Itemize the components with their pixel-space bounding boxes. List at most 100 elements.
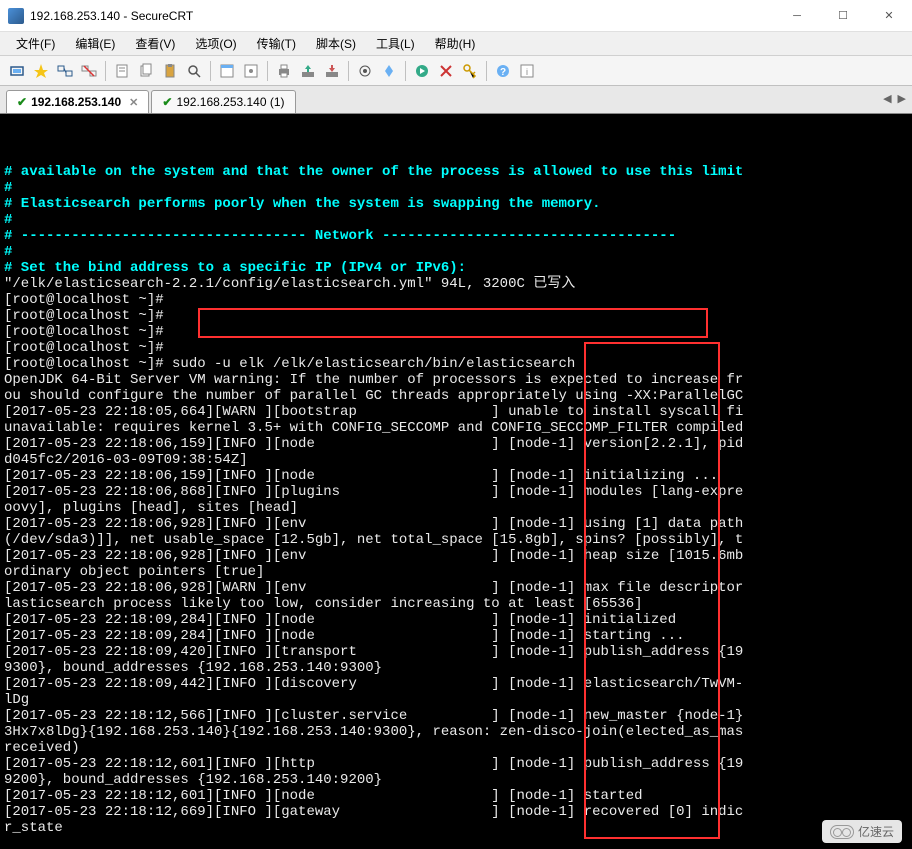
menu-edit[interactable]: 编辑(E) bbox=[67, 33, 123, 54]
transfer-send-icon[interactable] bbox=[297, 60, 319, 82]
script-run-icon[interactable] bbox=[411, 60, 433, 82]
tab-label: 192.168.253.140 bbox=[31, 95, 121, 109]
menu-script[interactable]: 脚本(S) bbox=[308, 33, 364, 54]
terminal-line: [2017-05-23 22:18:06,928][WARN ][env ] [… bbox=[4, 580, 908, 596]
terminal-line: [2017-05-23 22:18:06,928][INFO ][env ] [… bbox=[4, 516, 908, 532]
paste-icon[interactable] bbox=[159, 60, 181, 82]
terminal-line: [2017-05-23 22:18:06,868][INFO ][plugins… bbox=[4, 484, 908, 500]
minimize-button[interactable]: ─ bbox=[774, 0, 820, 32]
profile-icon[interactable] bbox=[111, 60, 133, 82]
tab-bar: ✔ 192.168.253.140 ✕ ✔ 192.168.253.140 (1… bbox=[0, 86, 912, 114]
window-title: 192.168.253.140 - SecureCRT bbox=[30, 9, 193, 23]
terminal-line: lasticsearch process likely too low, con… bbox=[4, 596, 908, 612]
tab-label: 192.168.253.140 (1) bbox=[176, 95, 284, 109]
titlebar-left: 192.168.253.140 - SecureCRT bbox=[0, 8, 193, 24]
terminal-line: # bbox=[4, 180, 908, 196]
terminal-line: [2017-05-23 22:18:09,442][INFO ][discove… bbox=[4, 676, 908, 692]
terminal-line: 9200}, bound_addresses {192.168.253.140:… bbox=[4, 772, 908, 788]
terminal-line: [2017-05-23 22:18:12,566][INFO ][cluster… bbox=[4, 708, 908, 724]
menu-options[interactable]: 选项(O) bbox=[187, 33, 244, 54]
close-button[interactable]: ✕ bbox=[866, 0, 912, 32]
terminal-line: unavailable: requires kernel 3.5+ with C… bbox=[4, 420, 908, 436]
print-icon[interactable] bbox=[273, 60, 295, 82]
disconnect-icon[interactable] bbox=[78, 60, 100, 82]
menu-help[interactable]: 帮助(H) bbox=[427, 33, 484, 54]
tab-nav: ◀ ▶ bbox=[883, 92, 906, 105]
terminal-line: # Elasticsearch performs poorly when the… bbox=[4, 196, 908, 212]
toolbar-separator bbox=[267, 61, 268, 81]
close-tab-icon[interactable]: ✕ bbox=[129, 96, 138, 109]
toolbar-separator bbox=[405, 61, 406, 81]
terminal-line: [root@localhost ~]# sudo -u elk /elk/ela… bbox=[4, 356, 908, 372]
watermark: 亿速云 bbox=[822, 820, 902, 843]
transfer-receive-icon[interactable] bbox=[321, 60, 343, 82]
terminal-line: [2017-05-23 22:18:12,601][INFO ][http ] … bbox=[4, 756, 908, 772]
svg-text:?: ? bbox=[500, 67, 506, 78]
terminal-line: [root@localhost ~]# bbox=[4, 308, 908, 324]
tab-nav-right-icon[interactable]: ▶ bbox=[898, 92, 906, 105]
reconnect-icon[interactable] bbox=[54, 60, 76, 82]
terminal-line: 9300}, bound_addresses {192.168.253.140:… bbox=[4, 660, 908, 676]
menu-transfer[interactable]: 传输(T) bbox=[249, 33, 304, 54]
info-icon[interactable]: i bbox=[516, 60, 538, 82]
terminal-line: [2017-05-23 22:18:06,159][INFO ][node ] … bbox=[4, 436, 908, 452]
options-icon[interactable] bbox=[354, 60, 376, 82]
terminal-line: (/dev/sda3)]], net usable_space [12.5gb]… bbox=[4, 532, 908, 548]
terminal-line: [2017-05-23 22:18:09,420][INFO ][transpo… bbox=[4, 644, 908, 660]
toolbar-separator bbox=[105, 61, 106, 81]
terminal-line: ordinary object pointers [true] bbox=[4, 564, 908, 580]
terminal-line: r_state bbox=[4, 820, 908, 836]
terminal-line: "/elk/elasticsearch-2.2.1/config/elastic… bbox=[4, 276, 908, 292]
menu-file[interactable]: 文件(F) bbox=[8, 33, 63, 54]
menu-bar: 文件(F) 编辑(E) 查看(V) 选项(O) 传输(T) 脚本(S) 工具(L… bbox=[0, 32, 912, 56]
watermark-logo-icon bbox=[830, 825, 854, 839]
terminal-line: d045fc2/2016-03-09T09:38:54Z] bbox=[4, 452, 908, 468]
session-options-icon[interactable] bbox=[240, 60, 262, 82]
terminal-line: lDg bbox=[4, 692, 908, 708]
window-controls: ─ ☐ ✕ bbox=[774, 0, 912, 32]
terminal-line: [2017-05-23 22:18:12,601][INFO ][node ] … bbox=[4, 788, 908, 804]
connected-icon: ✔ bbox=[17, 95, 27, 109]
svg-text:i: i bbox=[526, 67, 528, 77]
terminal-line: [2017-05-23 22:18:09,284][INFO ][node ] … bbox=[4, 628, 908, 644]
properties-icon[interactable] bbox=[216, 60, 238, 82]
terminal-line: [2017-05-23 22:18:06,159][INFO ][node ] … bbox=[4, 468, 908, 484]
terminal-line: [2017-05-23 22:18:12,669][INFO ][gateway… bbox=[4, 804, 908, 820]
toolbar: ? i bbox=[0, 56, 912, 86]
script-stop-icon[interactable] bbox=[435, 60, 457, 82]
terminal-line: # available on the system and that the o… bbox=[4, 164, 908, 180]
menu-tools[interactable]: 工具(L) bbox=[368, 33, 423, 54]
terminal-line: oovy], plugins [head], sites [head] bbox=[4, 500, 908, 516]
connect-icon[interactable] bbox=[6, 60, 28, 82]
maximize-button[interactable]: ☐ bbox=[820, 0, 866, 32]
terminal-output[interactable]: # available on the system and that the o… bbox=[0, 114, 912, 849]
terminal-line: ou should configure the number of parall… bbox=[4, 388, 908, 404]
terminal-line: [2017-05-23 22:18:09,284][INFO ][node ] … bbox=[4, 612, 908, 628]
terminal-line: [root@localhost ~]# bbox=[4, 340, 908, 356]
find-icon[interactable] bbox=[183, 60, 205, 82]
terminal-line: [root@localhost ~]# bbox=[4, 292, 908, 308]
terminal-line: received) bbox=[4, 740, 908, 756]
watermark-text: 亿速云 bbox=[858, 823, 894, 840]
terminal-line: # Set the bind address to a specific IP … bbox=[4, 260, 908, 276]
terminal-line: # bbox=[4, 212, 908, 228]
key-icon[interactable] bbox=[459, 60, 481, 82]
tab-inactive[interactable]: ✔ 192.168.253.140 (1) bbox=[151, 90, 295, 113]
menu-view[interactable]: 查看(V) bbox=[127, 33, 183, 54]
tab-nav-left-icon[interactable]: ◀ bbox=[883, 92, 891, 105]
terminal-line: OpenJDK 64-Bit Server VM warning: If the… bbox=[4, 372, 908, 388]
window-titlebar: 192.168.253.140 - SecureCRT ─ ☐ ✕ bbox=[0, 0, 912, 32]
quick-connect-icon[interactable] bbox=[30, 60, 52, 82]
help-icon[interactable]: ? bbox=[492, 60, 514, 82]
toolbar-separator bbox=[210, 61, 211, 81]
terminal-line: # bbox=[4, 244, 908, 260]
toolbar-separator bbox=[348, 61, 349, 81]
terminal-line: 3Hx7x8lDg}{192.168.253.140}{192.168.253.… bbox=[4, 724, 908, 740]
app-icon bbox=[8, 8, 24, 24]
toggle-icon[interactable] bbox=[378, 60, 400, 82]
terminal-line: [root@localhost ~]# bbox=[4, 324, 908, 340]
copy-icon[interactable] bbox=[135, 60, 157, 82]
terminal-line: [2017-05-23 22:18:06,928][INFO ][env ] [… bbox=[4, 548, 908, 564]
terminal-line: # ---------------------------------- Net… bbox=[4, 228, 908, 244]
tab-active[interactable]: ✔ 192.168.253.140 ✕ bbox=[6, 90, 149, 113]
